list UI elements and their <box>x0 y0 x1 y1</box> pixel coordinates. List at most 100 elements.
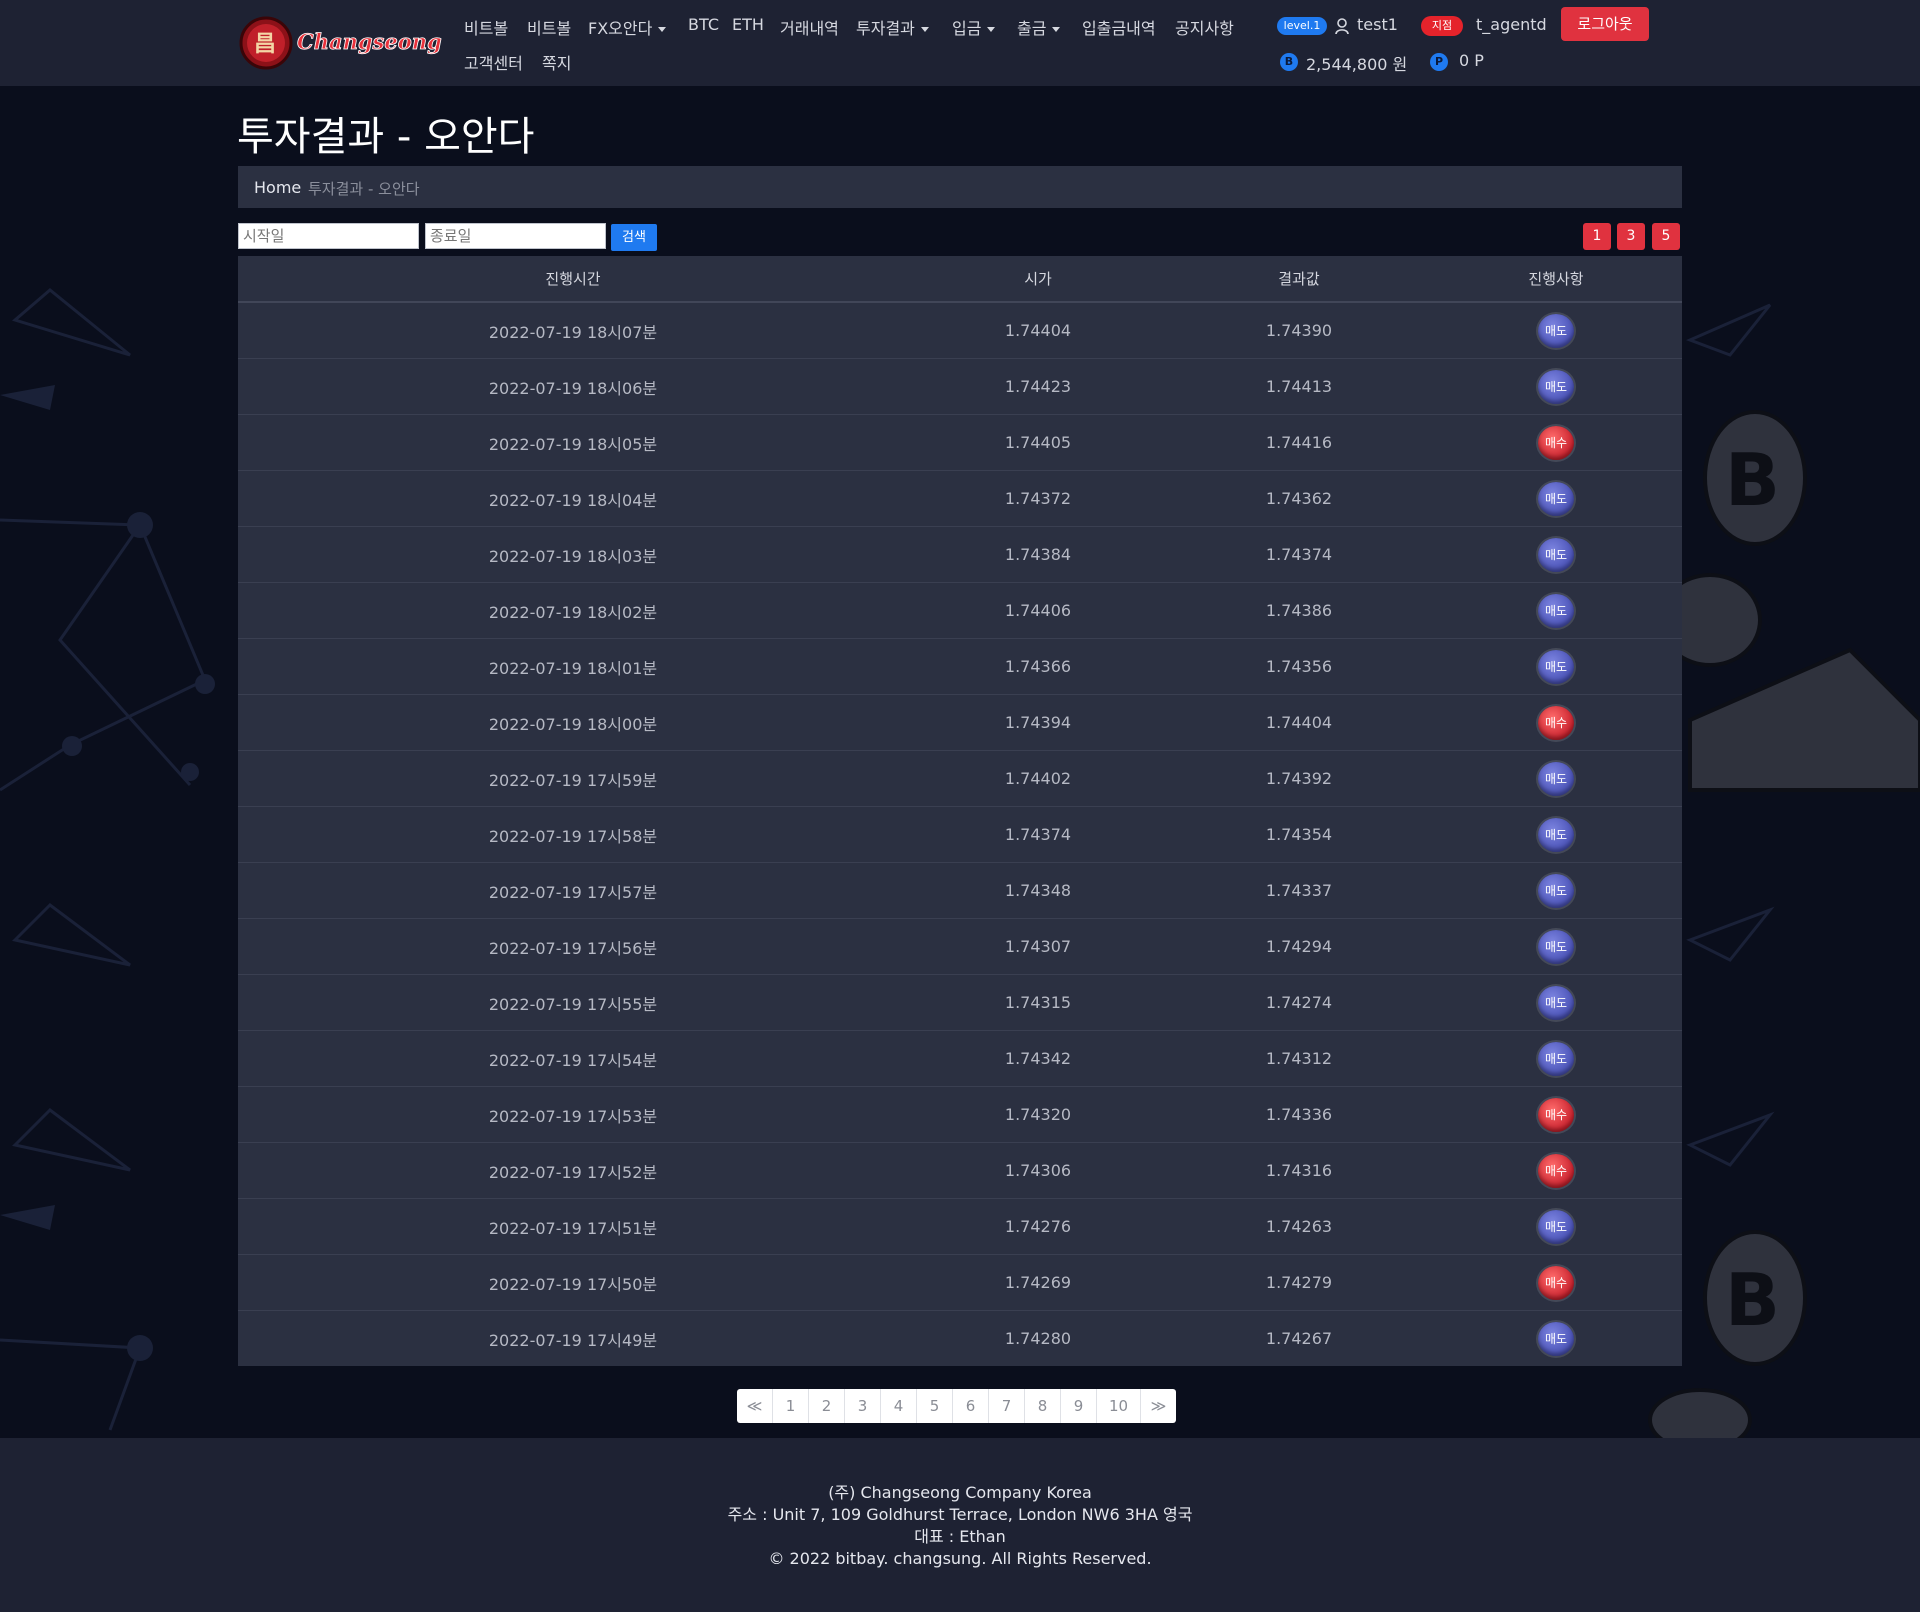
pagination-page[interactable]: 3 <box>845 1389 881 1423</box>
cell-open-price: 1.74366 <box>908 638 1168 695</box>
search-button[interactable]: 검색 <box>611 224 657 251</box>
nav-deposit[interactable]: 입금 <box>952 15 996 39</box>
breadcrumb-current: 투자결과 - 오안다 <box>308 180 420 198</box>
cell-time: 2022-07-19 18시00분 <box>238 694 908 751</box>
start-date-input[interactable] <box>238 223 419 249</box>
cell-result-price: 1.74312 <box>1168 1030 1430 1087</box>
end-date-input[interactable] <box>425 223 606 249</box>
pagination-page[interactable]: 10 <box>1097 1389 1141 1423</box>
cell-open-price: 1.74315 <box>908 974 1168 1031</box>
pagination-next[interactable]: ≫ <box>1141 1389 1176 1423</box>
pagination-page[interactable]: 4 <box>881 1389 917 1423</box>
status-badge-sell: 매도 <box>1538 1209 1574 1244</box>
cell-open-price: 1.74342 <box>908 1030 1168 1087</box>
table-header-row: 진행시간 시가 결과값 진행사항 <box>238 256 1682 303</box>
cell-open-price: 1.74280 <box>908 1310 1168 1366</box>
balance-coin-icon: B <box>1280 53 1298 71</box>
cell-time: 2022-07-19 17시55분 <box>238 974 908 1031</box>
nav-withdraw[interactable]: 출금 <box>1017 15 1061 39</box>
pagination-page[interactable]: 9 <box>1061 1389 1097 1423</box>
status-badge-sell: 매도 <box>1538 537 1574 572</box>
logo-wordmark: Changseong Stock <box>297 29 442 54</box>
breadcrumb: Home 투자결과 - 오안다 <box>238 166 1682 208</box>
nav-investment-results[interactable]: 투자결과 <box>856 15 929 39</box>
cell-status: 매도 <box>1430 918 1682 975</box>
footer-copyright: © 2022 bitbay. changsung. All Rights Res… <box>768 1549 1152 1568</box>
nav-label: 쪽지 <box>542 54 572 73</box>
cell-status: 매도 <box>1430 582 1682 639</box>
pagination-page[interactable]: 6 <box>953 1389 989 1423</box>
status-badge-sell: 매도 <box>1538 313 1574 348</box>
table-row: 2022-07-19 17시52분 1.74306 1.74316 매수 <box>238 1142 1682 1199</box>
nav-trade-history[interactable]: 거래내역 <box>780 15 839 39</box>
top-navbar: 昌 Changseong Stock 비트볼 비트볼 FX오안다 BTC ETH… <box>0 0 1920 86</box>
status-badge-sell: 매도 <box>1538 817 1574 852</box>
nav-messages[interactable]: 쪽지 <box>542 50 571 74</box>
cell-open-price: 1.74320 <box>908 1086 1168 1143</box>
cell-time: 2022-07-19 18시05분 <box>238 414 908 471</box>
footer-company: (주) Changseong Company Korea <box>828 1483 1092 1502</box>
pagination-page[interactable]: 5 <box>917 1389 953 1423</box>
cell-open-price: 1.74306 <box>908 1142 1168 1199</box>
table-row: 2022-07-19 18시00분 1.74394 1.74404 매수 <box>238 694 1682 751</box>
cell-open-price: 1.74374 <box>908 806 1168 863</box>
table-row: 2022-07-19 18시02분 1.74406 1.74386 매도 <box>238 582 1682 639</box>
cell-status: 매도 <box>1430 1030 1682 1087</box>
column-header-open: 시가 <box>908 256 1168 303</box>
nav-notice[interactable]: 공지사항 <box>1175 15 1234 39</box>
pagination-page[interactable]: 8 <box>1025 1389 1061 1423</box>
nav-fx-oanda[interactable]: FX오안다 <box>588 15 667 39</box>
cell-result-price: 1.74279 <box>1168 1254 1430 1311</box>
nav-label: 입출금내역 <box>1082 19 1156 38</box>
pagination-page[interactable]: 7 <box>989 1389 1025 1423</box>
cell-status: 매도 <box>1430 750 1682 807</box>
results-table: 진행시간 시가 결과값 진행사항 2022-07-19 18시07분 1.7440… <box>238 256 1682 1366</box>
cell-time: 2022-07-19 17시54분 <box>238 1030 908 1087</box>
cell-status: 매도 <box>1430 974 1682 1031</box>
cell-status: 매수 <box>1430 694 1682 751</box>
nav-eth[interactable]: ETH <box>732 15 764 34</box>
pagination-page[interactable]: 2 <box>809 1389 845 1423</box>
pagination-prev[interactable]: ≪ <box>737 1389 773 1423</box>
status-badge-sell: 매도 <box>1538 1041 1574 1076</box>
top-page-link[interactable]: 5 <box>1652 223 1680 250</box>
table-row: 2022-07-19 17시56분 1.74307 1.74294 매도 <box>238 918 1682 975</box>
top-page-link[interactable]: 3 <box>1617 223 1645 250</box>
status-badge-sell: 매도 <box>1538 593 1574 628</box>
cell-open-price: 1.74406 <box>908 582 1168 639</box>
cell-result-price: 1.74336 <box>1168 1086 1430 1143</box>
cell-result-price: 1.74354 <box>1168 806 1430 863</box>
status-badge-sell: 매도 <box>1538 1321 1574 1356</box>
breadcrumb-home[interactable]: Home <box>254 178 301 197</box>
cell-time: 2022-07-19 18시04분 <box>238 470 908 527</box>
table-row: 2022-07-19 18시03분 1.74384 1.74374 매도 <box>238 526 1682 583</box>
cell-time: 2022-07-19 17시52분 <box>238 1142 908 1199</box>
cell-result-price: 1.74267 <box>1168 1310 1430 1366</box>
nav-btc[interactable]: BTC <box>688 15 719 34</box>
cell-result-price: 1.74392 <box>1168 750 1430 807</box>
cell-time: 2022-07-19 18시02분 <box>238 582 908 639</box>
cell-time: 2022-07-19 18시01분 <box>238 638 908 695</box>
cell-time: 2022-07-19 18시06분 <box>238 358 908 415</box>
nav-bitball-2[interactable]: 비트볼 <box>527 15 571 39</box>
nav-label: BTC <box>688 15 719 34</box>
cell-open-price: 1.74384 <box>908 526 1168 583</box>
cell-time: 2022-07-19 17시56분 <box>238 918 908 975</box>
cell-time: 2022-07-19 17시50분 <box>238 1254 908 1311</box>
pagination-page[interactable]: 1 <box>773 1389 809 1423</box>
logout-button[interactable]: 로그아웃 <box>1561 7 1649 41</box>
table-row: 2022-07-19 17시53분 1.74320 1.74336 매수 <box>238 1086 1682 1143</box>
cell-time: 2022-07-19 17시59분 <box>238 750 908 807</box>
brand-logo[interactable]: 昌 Changseong Stock <box>237 14 442 72</box>
nav-transaction-history[interactable]: 입출금내역 <box>1082 15 1156 39</box>
cell-status: 매도 <box>1430 638 1682 695</box>
status-badge-buy: 매수 <box>1538 1153 1574 1188</box>
svg-text:B: B <box>1725 438 1780 522</box>
status-badge-buy: 매수 <box>1538 425 1574 460</box>
nav-bitball-1[interactable]: 비트볼 <box>464 15 508 39</box>
top-page-link[interactable]: 1 <box>1583 223 1611 250</box>
cell-time: 2022-07-19 17시53분 <box>238 1086 908 1143</box>
balance-amount: 2,544,800 원 <box>1306 55 1408 74</box>
cell-result-price: 1.74413 <box>1168 358 1430 415</box>
nav-customer-center[interactable]: 고객센터 <box>464 50 523 74</box>
